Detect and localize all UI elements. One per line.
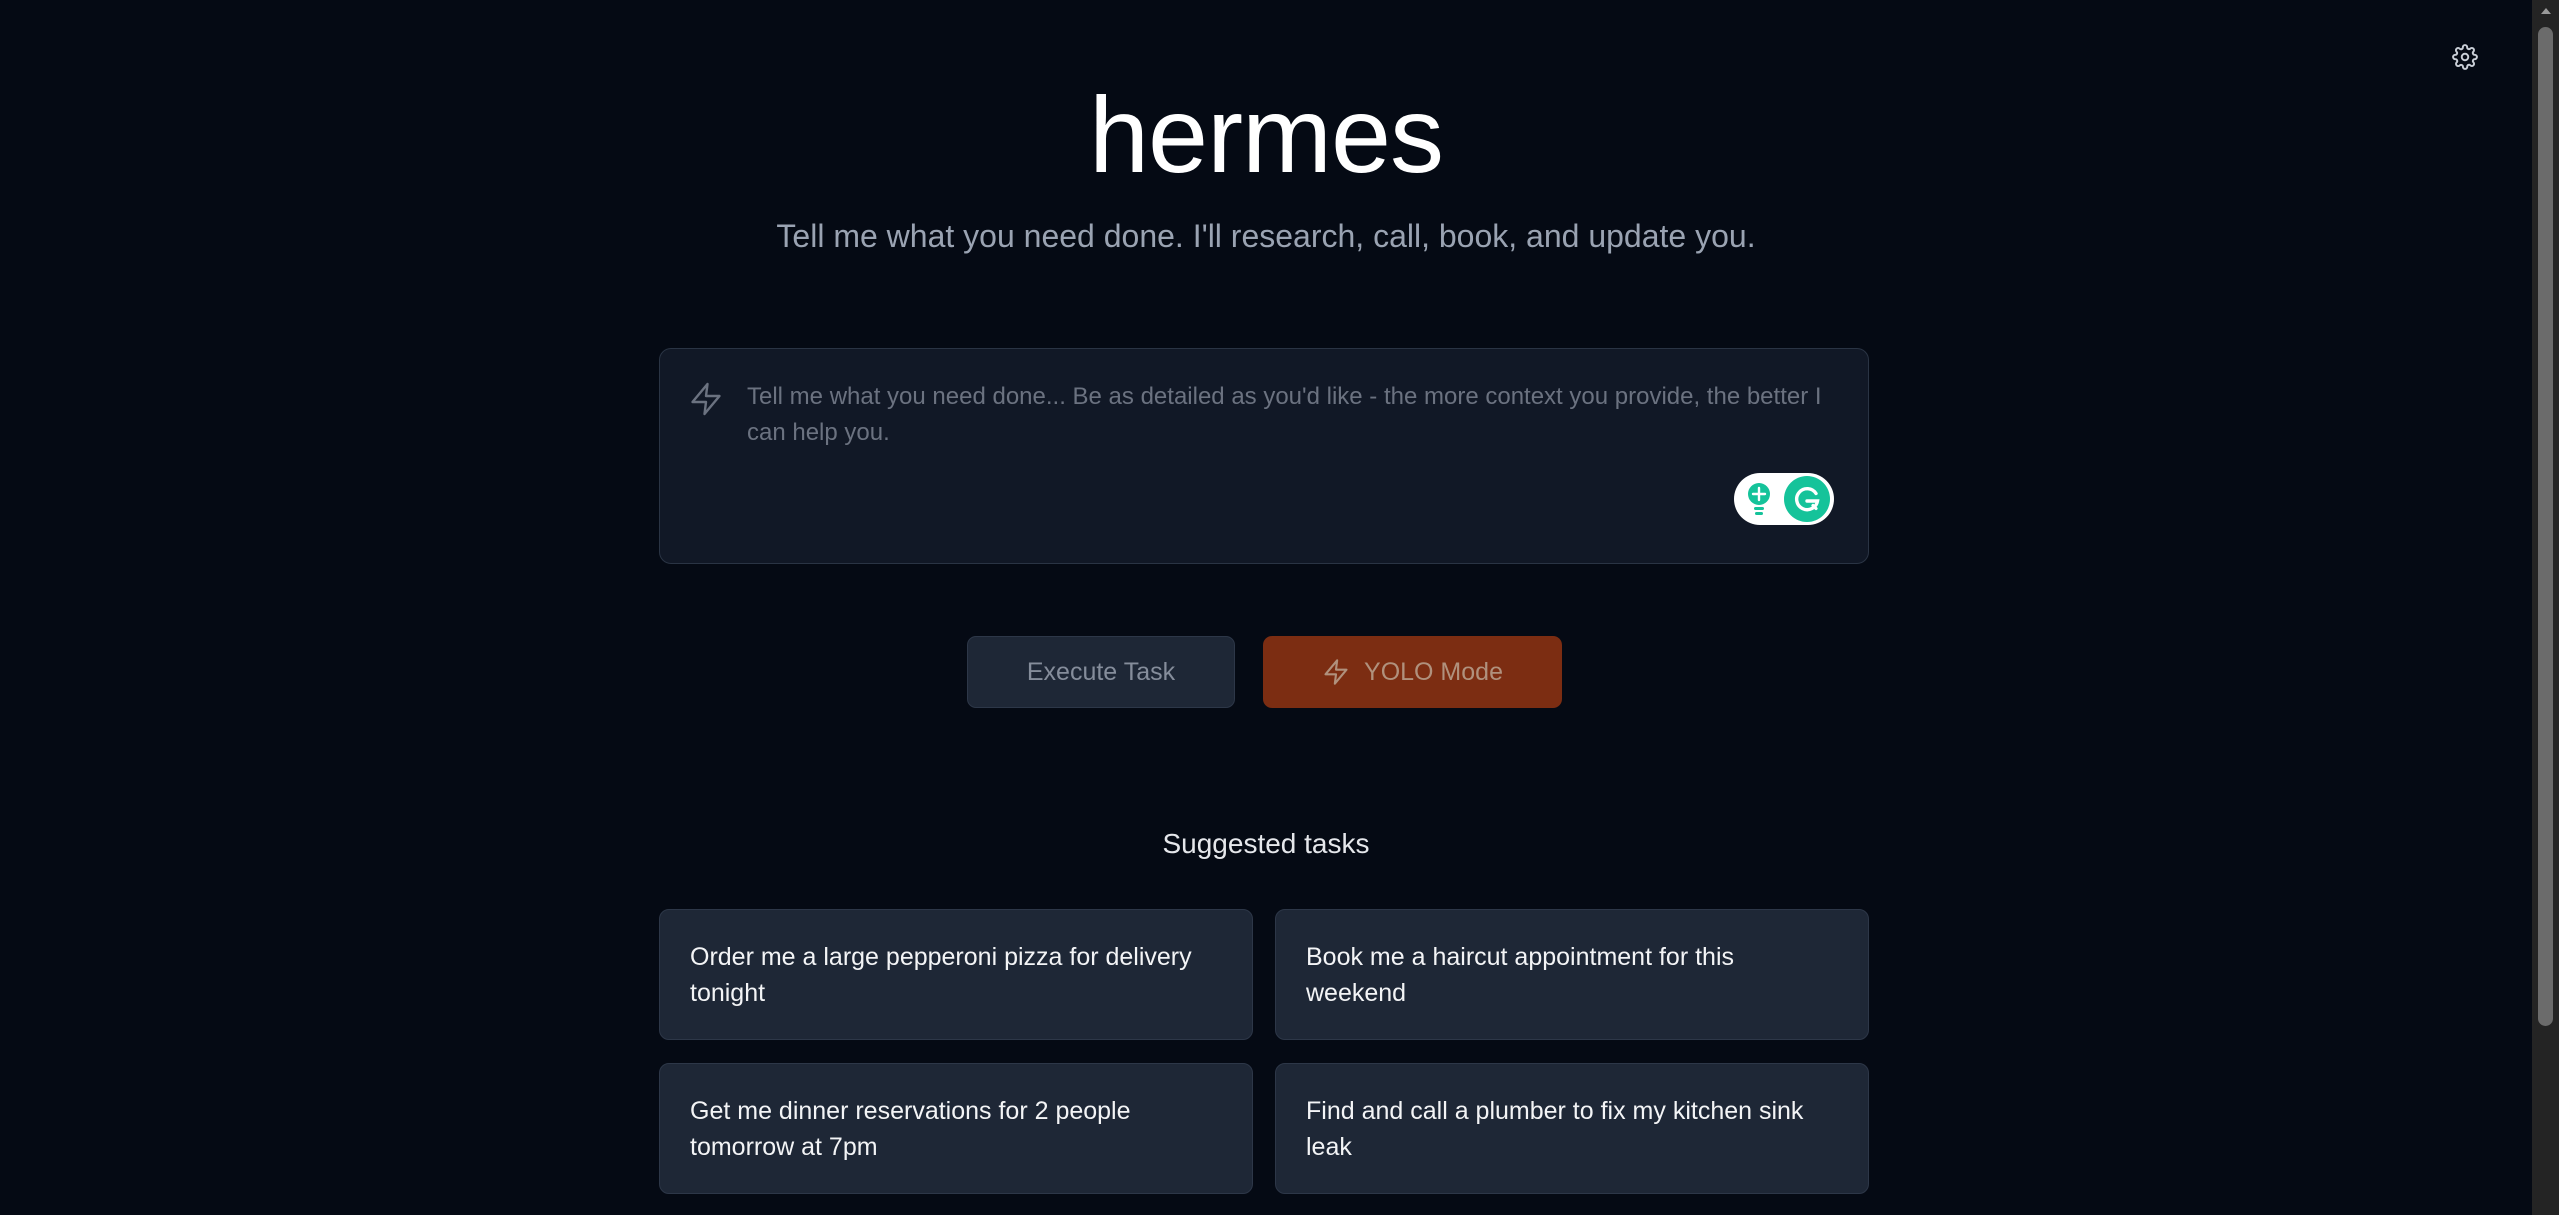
page-title: hermes [1088, 74, 1444, 195]
suggested-task-text: Find and call a plumber to fix my kitche… [1306, 1096, 1804, 1161]
grammarly-icon [1784, 476, 1830, 522]
lightning-icon [1324, 659, 1348, 685]
scroll-up-arrow-icon[interactable] [2532, 0, 2559, 22]
vertical-scrollbar[interactable] [2532, 0, 2559, 1215]
task-input-placeholder[interactable]: Tell me what you need done... Be as deta… [747, 379, 1827, 451]
suggested-task-card[interactable]: Get me dinner reservations for 2 people … [659, 1063, 1253, 1194]
settings-button[interactable] [2450, 42, 2480, 72]
lightning-icon [691, 382, 721, 416]
scrollbar-thumb[interactable] [2538, 27, 2553, 1026]
grammarly-widget[interactable] [1734, 473, 1834, 525]
suggested-task-card[interactable]: Order me a large pepperoni pizza for del… [659, 909, 1253, 1040]
execute-task-button[interactable]: Execute Task [967, 636, 1235, 708]
execute-task-label: Execute Task [1026, 657, 1176, 686]
yolo-mode-button[interactable]: YOLO Mode [1263, 636, 1562, 708]
suggested-task-text: Order me a large pepperoni pizza for del… [690, 942, 1192, 1007]
gear-icon [2452, 44, 2478, 70]
task-input[interactable]: Tell me what you need done... Be as deta… [659, 348, 1869, 564]
suggested-task-card[interactable]: Find and call a plumber to fix my kitche… [1275, 1063, 1869, 1194]
page-subtitle: Tell me what you need done. I'll researc… [776, 218, 1756, 254]
suggested-task-text: Book me a haircut appointment for this w… [1306, 942, 1735, 1007]
suggested-task-text: Get me dinner reservations for 2 people … [690, 1096, 1131, 1161]
app-page: hermes Tell me what you need done. I'll … [0, 0, 2559, 1215]
suggested-task-card[interactable]: Book me a haircut appointment for this w… [1275, 909, 1869, 1040]
yolo-mode-label: YOLO Mode [1364, 657, 1503, 686]
suggested-tasks-heading: Suggested tasks [1162, 828, 1370, 859]
lightbulb-icon [1748, 483, 1770, 515]
